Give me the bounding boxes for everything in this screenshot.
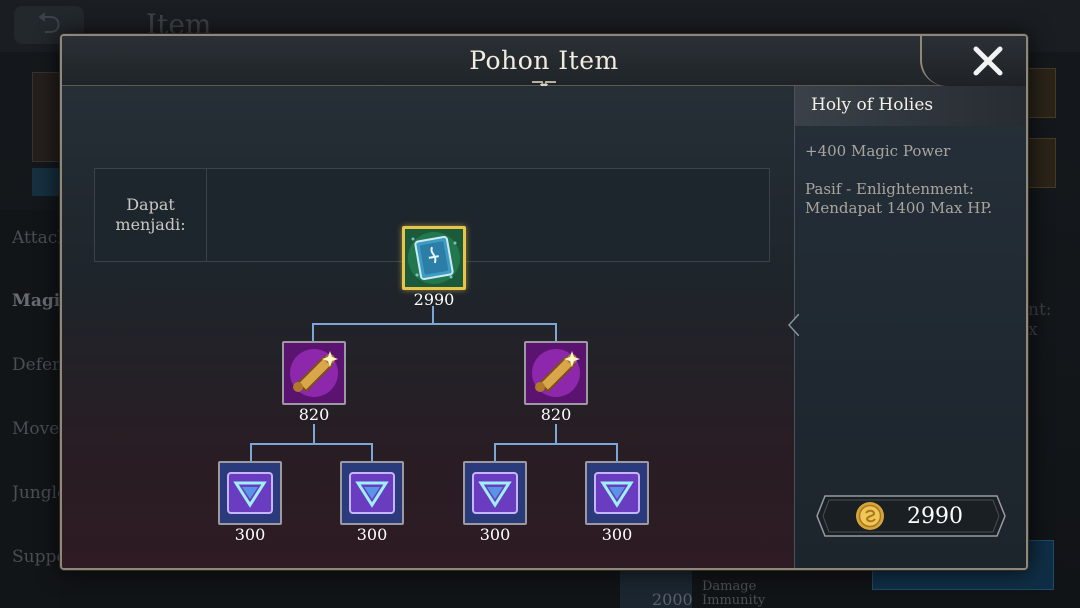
item-price: 820 [540, 405, 572, 424]
item-price: 300 [601, 525, 633, 544]
magic-scroll-icon [282, 341, 346, 405]
background-item-slot [1026, 138, 1056, 188]
category-support: Support [12, 547, 60, 567]
category-magic: Magic [12, 291, 60, 311]
item-tree-area: Dapat menjadi: [62, 86, 794, 568]
mystery-codex-icon [585, 461, 649, 525]
background-detail-text: nt: x [1028, 300, 1052, 340]
detail-price-value: 2990 [907, 504, 963, 529]
upgrades-into-label: Dapat menjadi: [95, 169, 207, 261]
close-button[interactable] [968, 42, 1008, 80]
background-item-price: 2000 [652, 590, 693, 608]
item-node-mystery-codex[interactable]: 300 [585, 461, 649, 544]
category-jungle: Jungle [12, 483, 60, 503]
dialog-title: Pohon Item [469, 46, 619, 75]
mystery-codex-icon [340, 461, 404, 525]
detail-name-bar: Holy of Holies [795, 86, 1026, 126]
item-tree-dialog: Pohon Item Dapat menjadi: 2990 820 820 3… [60, 34, 1028, 570]
close-x-icon [973, 46, 1003, 76]
item-price: 2990 [413, 290, 455, 309]
item-price: 300 [356, 525, 388, 544]
item-node-holy-of-holies[interactable]: 2990 [402, 226, 466, 309]
mystery-codex-icon [463, 461, 527, 525]
item-node-magic-scroll[interactable]: 820 [282, 341, 346, 424]
item-detail-panel: Holy of Holies +400 Magic Power Pasif - … [787, 86, 1026, 568]
background-item-label: Damage Immunity [702, 579, 766, 608]
item-price: 820 [298, 405, 330, 424]
panel-tab-chevron-icon [787, 314, 799, 336]
background-item-slot [1026, 68, 1056, 118]
gold-coin-icon [856, 502, 884, 530]
detail-item-stat: +400 Magic Power [805, 142, 951, 160]
item-node-mystery-codex[interactable]: 300 [340, 461, 404, 544]
category-movement: Movement [12, 419, 60, 439]
mystery-codex-icon [218, 461, 282, 525]
close-button-frame [920, 36, 1026, 86]
category-attack: Attack [12, 228, 60, 248]
holy-book-icon [402, 226, 466, 290]
item-price-display: 2990 [815, 494, 1007, 538]
item-price: 300 [234, 525, 266, 544]
magic-scroll-icon [524, 341, 588, 405]
item-price: 300 [479, 525, 511, 544]
item-node-mystery-codex[interactable]: 300 [218, 461, 282, 544]
item-node-magic-scroll[interactable]: 820 [524, 341, 588, 424]
dialog-header: Pohon Item [62, 36, 1026, 92]
item-node-mystery-codex[interactable]: 300 [463, 461, 527, 544]
detail-item-passive: Pasif - Enlightenment: Mendapat 1400 Max… [805, 180, 993, 217]
category-defense: Defense [12, 355, 60, 375]
detail-item-name: Holy of Holies [811, 95, 934, 115]
